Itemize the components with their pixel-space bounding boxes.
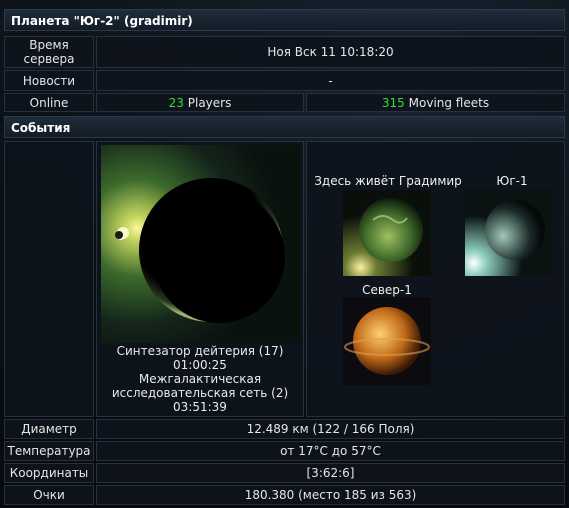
- build-item-name[interactable]: Синтезатор дейтерия (17): [97, 344, 303, 358]
- server-time-label: Время сервера: [4, 36, 94, 68]
- build-item-time: 03:51:39: [173, 400, 227, 414]
- build-item-time: 01:00:25: [173, 358, 227, 372]
- players-label: Players: [187, 95, 232, 110]
- planet-name[interactable]: Север-1: [343, 283, 431, 297]
- fleets-label: Moving fleets: [408, 95, 490, 110]
- current-planet-image[interactable]: [101, 145, 301, 343]
- online-fleets[interactable]: 315 Moving fleets: [306, 93, 565, 112]
- planet-green-icon[interactable]: [343, 190, 431, 276]
- events-header: События: [4, 116, 565, 138]
- other-planets-cell: Здесь живёт Градимир Юг-1 Север-1: [306, 141, 565, 417]
- players-count: 23: [168, 95, 184, 110]
- points-value: 180.380 (место 185 из 563): [96, 485, 565, 505]
- news-label: Новости: [4, 70, 94, 91]
- build-queue: Синтезатор дейтерия (17) 01:00:25 Межгал…: [97, 344, 303, 414]
- events-empty-cell: [4, 141, 94, 417]
- diameter-value: 12.489 км (122 / 166 Поля): [96, 419, 565, 439]
- overview-panel: Планета "Юг-2" (gradimir) Время сервера …: [0, 0, 569, 508]
- coordinates-value[interactable]: [3:62:6]: [96, 463, 565, 483]
- fleets-count: 315: [381, 95, 405, 110]
- current-planet-cell: Синтезатор дейтерия (17) 01:00:25 Межгал…: [96, 141, 304, 417]
- planet-orange-icon[interactable]: [343, 297, 431, 385]
- coordinates-label: Координаты: [4, 463, 94, 483]
- points-label: Очки: [4, 485, 94, 505]
- planet-name[interactable]: Юг-1: [467, 174, 557, 188]
- diameter-label: Диаметр: [4, 419, 94, 439]
- build-item-name[interactable]: Межгалактическая исследовательская сеть …: [97, 372, 303, 400]
- server-time-value: Ноя Вск 11 10:18:20: [96, 36, 565, 68]
- planet-title: Планета "Юг-2" (gradimir): [4, 9, 565, 31]
- planet-moon-icon[interactable]: [465, 190, 553, 276]
- temperature-value: от 17°C до 57°C: [96, 441, 565, 461]
- online-players[interactable]: 23 Players: [96, 93, 304, 112]
- news-value: -: [96, 70, 565, 91]
- temperature-label: Температура: [4, 441, 94, 461]
- planet-name[interactable]: Здесь живёт Градимир: [313, 174, 463, 188]
- online-label: Online: [4, 93, 94, 112]
